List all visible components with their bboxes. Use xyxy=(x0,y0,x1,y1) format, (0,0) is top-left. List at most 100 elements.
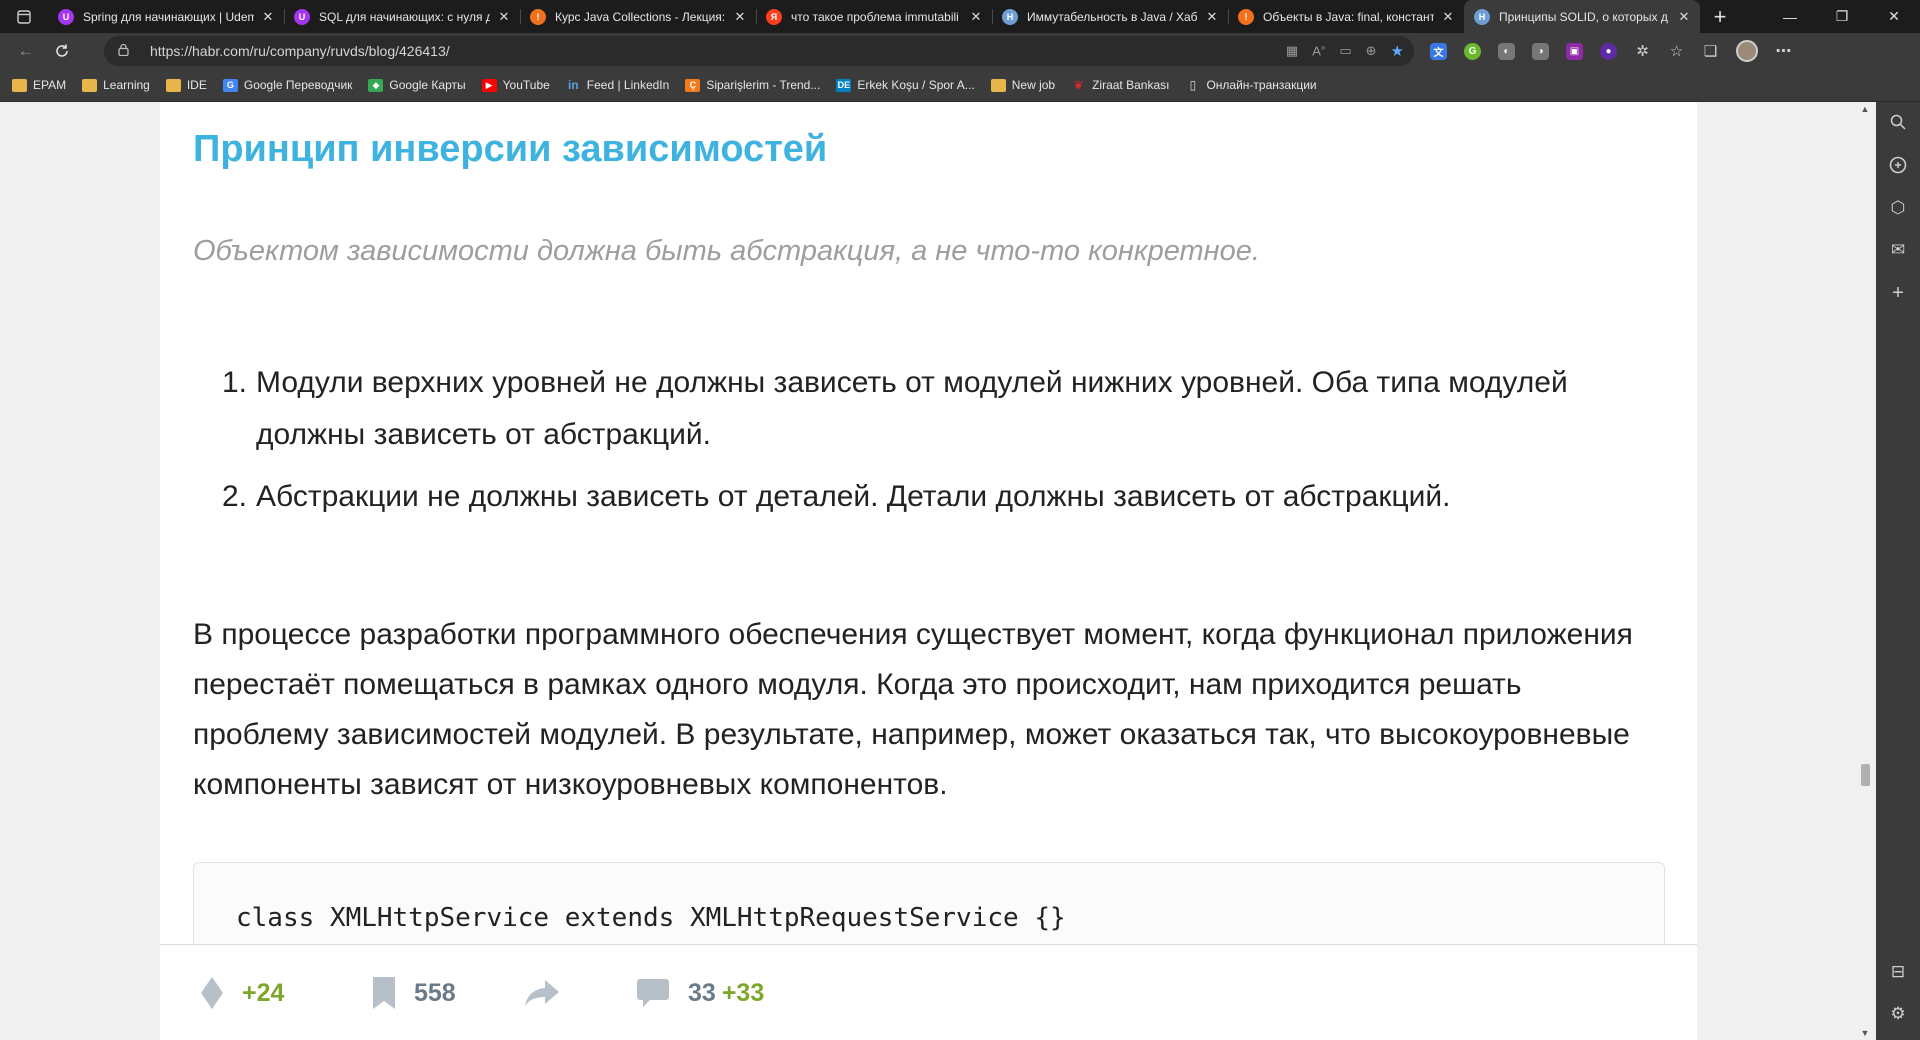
tab-close-icon[interactable]: ✕ xyxy=(1676,9,1692,25)
bookmark-label: New job xyxy=(1011,78,1056,92)
tab-close-icon[interactable]: ✕ xyxy=(260,9,276,25)
reload-icon[interactable] xyxy=(44,36,80,66)
tab-6[interactable]: H Принципы SOLID, о которых д ✕ xyxy=(1464,0,1700,33)
minimize-icon[interactable]: — xyxy=(1764,0,1816,33)
rating-icon[interactable] xyxy=(200,976,224,1010)
bookmark-item[interactable]: ◆ Google Карты xyxy=(368,78,466,92)
immersive-reader-icon[interactable]: ▭ xyxy=(1339,43,1351,59)
bookmark-item[interactable]: New job xyxy=(990,78,1056,92)
extension-icon[interactable]: ▣ xyxy=(1566,42,1583,60)
tab-close-icon[interactable]: ✕ xyxy=(732,9,748,25)
lock-icon[interactable] xyxy=(118,43,138,59)
tab-strip: U Spring для начинающих | Udem ✕ U SQL для н… xyxy=(0,0,1920,33)
bookmark-item[interactable]: ▶ YouTube xyxy=(481,78,550,92)
extensions-puzzle-icon[interactable]: ✲ xyxy=(1634,43,1651,60)
list-item: 1. Модули верхних уровней не должны зави… xyxy=(193,357,1653,461)
copilot-icon[interactable] xyxy=(1876,156,1920,179)
bookmark-label: IDE xyxy=(186,78,207,92)
tab-close-icon[interactable]: ✕ xyxy=(1204,9,1220,25)
more-options-icon[interactable]: ⋯ xyxy=(1775,43,1792,60)
bookmark-label: Feed | LinkedIn xyxy=(586,78,670,92)
add-sidebar-item-icon[interactable]: + xyxy=(1876,282,1920,305)
folder-icon xyxy=(165,78,181,92)
bookmark-item[interactable]: in Feed | LinkedIn xyxy=(566,78,670,92)
comments-new-count: +33 xyxy=(721,978,765,1007)
read-aloud-icon[interactable]: A» xyxy=(1312,43,1325,58)
linkedin-icon: in xyxy=(567,78,579,92)
scrollbar-thumb[interactable] xyxy=(1861,764,1870,786)
google-translate-icon: G xyxy=(222,78,238,92)
profile-avatar[interactable] xyxy=(1736,40,1758,62)
scroll-up-icon[interactable]: ▲ xyxy=(1854,104,1876,114)
folder-icon xyxy=(12,78,27,92)
rating-widget[interactable]: +24 xyxy=(200,945,284,1040)
tab-5[interactable]: ! Объекты в Java: final, констант ✕ xyxy=(1228,0,1464,33)
tab-actions-icon[interactable] xyxy=(0,0,48,33)
tab-1[interactable]: U SQL для начинающих: с нуля д ✕ xyxy=(284,0,520,33)
extension-icon[interactable]: ● xyxy=(1600,42,1617,60)
trendyol-icon: Ç xyxy=(685,78,701,92)
bookmark-item[interactable]: Learning xyxy=(82,78,150,92)
outlook-icon[interactable]: ✉ xyxy=(1876,240,1920,260)
translate-extension-icon[interactable]: 文 xyxy=(1430,42,1447,60)
bookmark-label: Ziraat Bankası xyxy=(1092,78,1170,92)
back-icon[interactable]: ← xyxy=(8,36,44,66)
tools-icon[interactable]: ⬡ xyxy=(1876,198,1920,218)
close-window-icon[interactable]: ✕ xyxy=(1868,0,1920,33)
udemy-icon: U xyxy=(294,8,310,25)
rating-value: +24 xyxy=(242,978,285,1007)
edge-sidebar: ⬡ ✉ + ⊟ ⚙ xyxy=(1876,102,1920,1040)
page-scrollbar[interactable]: ▲ ▼ xyxy=(1854,102,1876,1040)
url-text[interactable]: https://habr.com/ru/company/ruvds/blog/4… xyxy=(150,43,450,59)
address-bar[interactable]: https://habr.com/ru/company/ruvds/blog/4… xyxy=(104,36,1414,66)
extension-icon[interactable]: ◐ xyxy=(1498,42,1515,60)
bookmark-label: Google Карты xyxy=(389,78,466,92)
bookmark-item[interactable]: EPAM xyxy=(12,78,66,92)
favorite-star-icon[interactable]: ★ xyxy=(1391,42,1404,60)
bookmark-icon[interactable] xyxy=(372,976,396,1010)
search-icon[interactable] xyxy=(1876,114,1920,135)
folder-icon xyxy=(82,78,98,92)
scroll-down-icon[interactable]: ▼ xyxy=(1854,1028,1876,1038)
collections-icon[interactable]: ❏ xyxy=(1702,43,1719,60)
tab-4[interactable]: H Иммутабельность в Java / Хабр ✕ xyxy=(992,0,1228,33)
tab-close-icon[interactable]: ✕ xyxy=(496,9,512,25)
bookmark-item[interactable]: Ç Siparişlerim - Trend... xyxy=(685,78,820,92)
list-item-text: Абстракции не должны зависеть от деталей… xyxy=(256,480,1451,513)
apps-icon[interactable]: ▦ xyxy=(1286,43,1298,59)
favorites-icon[interactable]: ☆ xyxy=(1668,43,1685,60)
bookmark-item[interactable]: ❦ Ziraat Bankası xyxy=(1071,78,1170,92)
youtube-icon: ▶ xyxy=(481,78,497,92)
bookmarks-widget[interactable]: 558 xyxy=(372,945,456,1040)
bookmarks-count: 558 xyxy=(414,978,456,1007)
bookmark-item[interactable]: IDE xyxy=(165,78,207,92)
list-item-text: Модули верхних уровней не должны зависет… xyxy=(256,366,1568,451)
comments-widget[interactable]: 33 +33 xyxy=(636,945,764,1040)
settings-gear-icon[interactable]: ⚙ xyxy=(1876,1004,1920,1024)
bookmark-label: Онлайн-транзакции xyxy=(1206,78,1317,92)
bookmark-item[interactable]: ▯ Онлайн-транзакции xyxy=(1185,78,1317,92)
bookmark-label: Learning xyxy=(103,78,150,92)
zoom-icon[interactable]: ⊕ xyxy=(1366,43,1377,59)
tab-close-icon[interactable]: ✕ xyxy=(1440,9,1456,25)
new-tab-button[interactable]: + xyxy=(1700,0,1740,33)
javarush-icon: ! xyxy=(530,8,546,25)
decathlon-icon: DE xyxy=(836,78,852,92)
bookmark-label: YouTube xyxy=(502,78,550,92)
principles-list: 1. Модули верхних уровней не должны зави… xyxy=(193,357,1653,533)
tab-2[interactable]: ! Курс Java Collections - Лекция: ✕ xyxy=(520,0,756,33)
restore-icon[interactable]: ❐ xyxy=(1816,0,1868,33)
tab-0[interactable]: U Spring для начинающих | Udem ✕ xyxy=(48,0,284,33)
tab-title: SQL для начинающих: с нуля д xyxy=(319,9,490,24)
grammarly-extension-icon[interactable]: G xyxy=(1464,42,1481,60)
bookmark-item[interactable]: G Google Переводчик xyxy=(222,78,352,92)
bookmark-item[interactable]: DE Erkek Koşu / Spor A... xyxy=(836,78,975,92)
tab-close-icon[interactable]: ✕ xyxy=(968,9,984,25)
extension-icon[interactable]: ◑ xyxy=(1532,42,1549,60)
tab-title: Иммутабельность в Java / Хабр xyxy=(1027,9,1198,24)
comment-icon[interactable] xyxy=(636,977,670,1009)
tab-3[interactable]: Ячто такое проблема immutabili ✕ xyxy=(756,0,992,33)
share-button[interactable] xyxy=(523,945,579,1040)
share-icon[interactable] xyxy=(523,978,561,1008)
hide-sidebar-icon[interactable]: ⊟ xyxy=(1876,962,1920,982)
